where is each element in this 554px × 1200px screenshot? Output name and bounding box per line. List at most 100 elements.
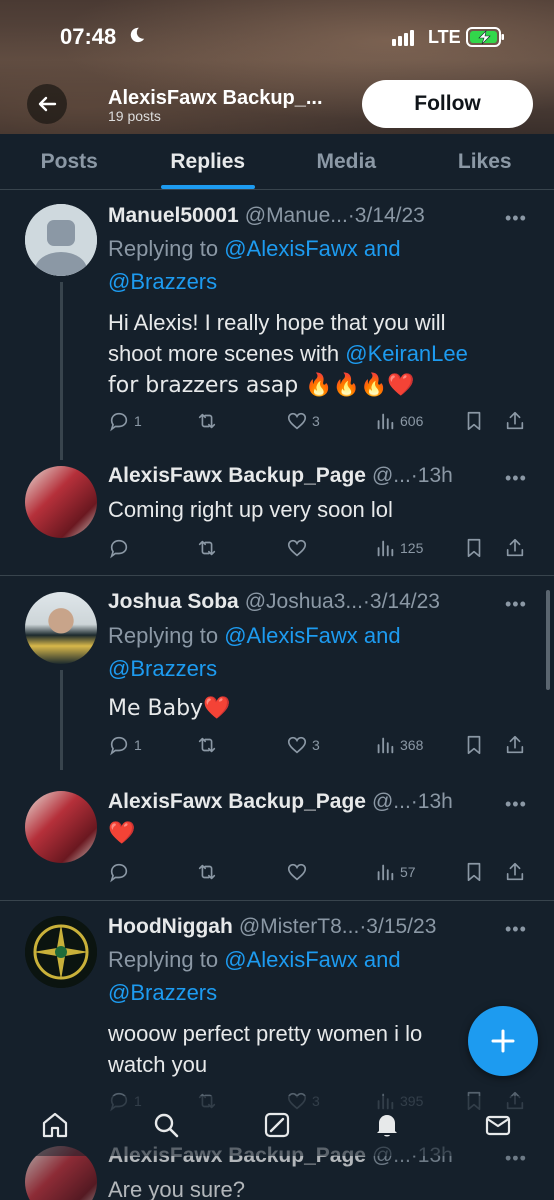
author-name[interactable]: Manuel50001	[108, 204, 239, 228]
back-button[interactable]	[27, 84, 67, 124]
arrow-left-icon	[38, 96, 57, 112]
tweet-date[interactable]: ·13h	[411, 790, 453, 814]
like-count: 3	[312, 413, 320, 429]
tweet-date[interactable]: ·13h	[411, 464, 453, 488]
like-button[interactable]	[286, 537, 308, 559]
tweet-date[interactable]: ·3/14/23	[348, 204, 425, 228]
author-name[interactable]: HoodNiggah	[108, 915, 233, 939]
share-button[interactable]	[504, 537, 526, 559]
tweet-date[interactable]: ·3/14/23	[363, 590, 440, 614]
share-button[interactable]	[504, 410, 526, 432]
tweet-date[interactable]: ·3/15/23	[359, 915, 436, 939]
heart-icon	[287, 736, 307, 754]
reply-button[interactable]	[108, 537, 130, 559]
reply-count: 1	[134, 737, 142, 753]
tweet-actions: 125	[108, 537, 528, 561]
scrollbar[interactable]	[546, 590, 550, 690]
bookmark-button[interactable]	[463, 861, 485, 883]
notifications-icon[interactable]	[372, 1110, 402, 1140]
tweet[interactable]: AlexisFawx Backup_Page @... ·13h ••• ❤️ …	[0, 776, 554, 900]
reply-icon	[110, 412, 128, 432]
bookmark-button[interactable]	[463, 537, 485, 559]
tab-likes[interactable]: Likes	[416, 134, 554, 189]
tweet-header: Joshua Soba @Joshua3... ·3/14/23	[108, 590, 504, 614]
replying-prefix: Replying to	[108, 947, 225, 972]
more-options-icon[interactable]: •••	[505, 919, 527, 940]
reply-button[interactable]: 1	[108, 734, 142, 756]
like-button[interactable]	[286, 861, 308, 883]
post-count: 19 posts	[108, 108, 161, 124]
tweet[interactable]: AlexisFawx Backup_Page @... ·13h ••• Com…	[0, 450, 554, 575]
share-button[interactable]	[504, 861, 526, 883]
grok-icon[interactable]	[262, 1110, 292, 1140]
messages-icon[interactable]	[483, 1110, 513, 1140]
home-icon[interactable]	[40, 1110, 70, 1140]
mention-link[interactable]: @Brazzers	[108, 980, 217, 1005]
compass-logo-icon	[25, 916, 97, 988]
compose-button[interactable]	[468, 1006, 538, 1076]
views-icon	[377, 540, 394, 557]
mention-link[interactable]: @AlexisFawx and	[224, 623, 400, 648]
tab-posts[interactable]: Posts	[0, 134, 139, 189]
more-options-icon[interactable]: •••	[505, 794, 527, 815]
thread-line	[60, 282, 63, 460]
more-options-icon[interactable]: •••	[505, 468, 527, 489]
tweet[interactable]: Joshua Soba @Joshua3... ·3/14/23 ••• Rep…	[0, 576, 554, 776]
tweet-text: Are you sure?	[108, 1177, 245, 1200]
more-options-icon[interactable]: •••	[505, 208, 527, 229]
tab-replies[interactable]: Replies	[139, 134, 278, 189]
tweet[interactable]: HoodNiggah @MisterT8... ·3/15/23 ••• Rep…	[0, 901, 554, 1121]
reply-button[interactable]	[108, 861, 130, 883]
like-button[interactable]: 3	[286, 410, 320, 432]
mention-link[interactable]: @Brazzers	[108, 656, 217, 681]
mention-link[interactable]: @KeiranLee	[345, 341, 468, 366]
follow-button[interactable]: Follow	[362, 80, 533, 128]
retweet-icon	[198, 737, 216, 753]
author-handle: @MisterT8...	[238, 915, 360, 938]
reply-count: 1	[134, 413, 142, 429]
views-button[interactable]: 368	[374, 734, 423, 756]
share-icon	[506, 538, 524, 557]
mention-link[interactable]: @AlexisFawx and	[224, 947, 400, 972]
views-button[interactable]: 125	[374, 537, 423, 559]
bookmark-button[interactable]	[463, 734, 485, 756]
avatar[interactable]	[25, 916, 97, 988]
tweet[interactable]: Manuel50001 @Manue... ·3/14/23 ••• Reply…	[0, 190, 554, 460]
avatar[interactable]	[25, 204, 97, 276]
view-count: 57	[400, 864, 416, 880]
replying-prefix: Replying to	[108, 236, 225, 261]
retweet-button[interactable]	[196, 734, 218, 756]
share-button[interactable]	[504, 734, 526, 756]
more-options-icon[interactable]: •••	[505, 594, 527, 615]
reply-button[interactable]: 1	[108, 410, 142, 432]
author-name[interactable]: Joshua Soba	[108, 590, 239, 614]
thread-line	[60, 670, 63, 770]
views-button[interactable]: 606	[374, 410, 423, 432]
mention-link[interactable]: @AlexisFawx and	[224, 236, 400, 261]
avatar[interactable]	[25, 466, 97, 538]
author-handle: @Manue...	[244, 204, 348, 227]
views-button[interactable]: 57	[374, 861, 416, 883]
avatar[interactable]	[25, 791, 97, 863]
avatar[interactable]	[25, 592, 97, 664]
retweet-button[interactable]	[196, 410, 218, 432]
author-name[interactable]: AlexisFawx Backup_Page	[108, 464, 366, 488]
views-icon	[377, 737, 394, 754]
like-button[interactable]: 3	[286, 734, 320, 756]
default-avatar-icon	[25, 204, 97, 276]
views-icon	[377, 864, 394, 881]
retweet-icon	[198, 540, 216, 556]
retweet-icon	[198, 864, 216, 880]
tweet-actions: 1 3 606	[108, 410, 528, 434]
profile-header: 07:48 LTE AlexisFawx Backup_... 19 posts…	[0, 0, 554, 134]
tab-media[interactable]: Media	[277, 134, 416, 189]
replying-to: Replying to @AlexisFawx and @Brazzers	[108, 232, 468, 298]
view-count: 125	[400, 540, 424, 556]
retweet-button[interactable]	[196, 537, 218, 559]
retweet-button[interactable]	[196, 861, 218, 883]
search-icon[interactable]	[151, 1110, 181, 1140]
bookmark-button[interactable]	[463, 410, 485, 432]
tweet-header: AlexisFawx Backup_Page @... ·13h	[108, 790, 504, 814]
mention-link[interactable]: @Brazzers	[108, 269, 217, 294]
author-name[interactable]: AlexisFawx Backup_Page	[108, 790, 366, 814]
